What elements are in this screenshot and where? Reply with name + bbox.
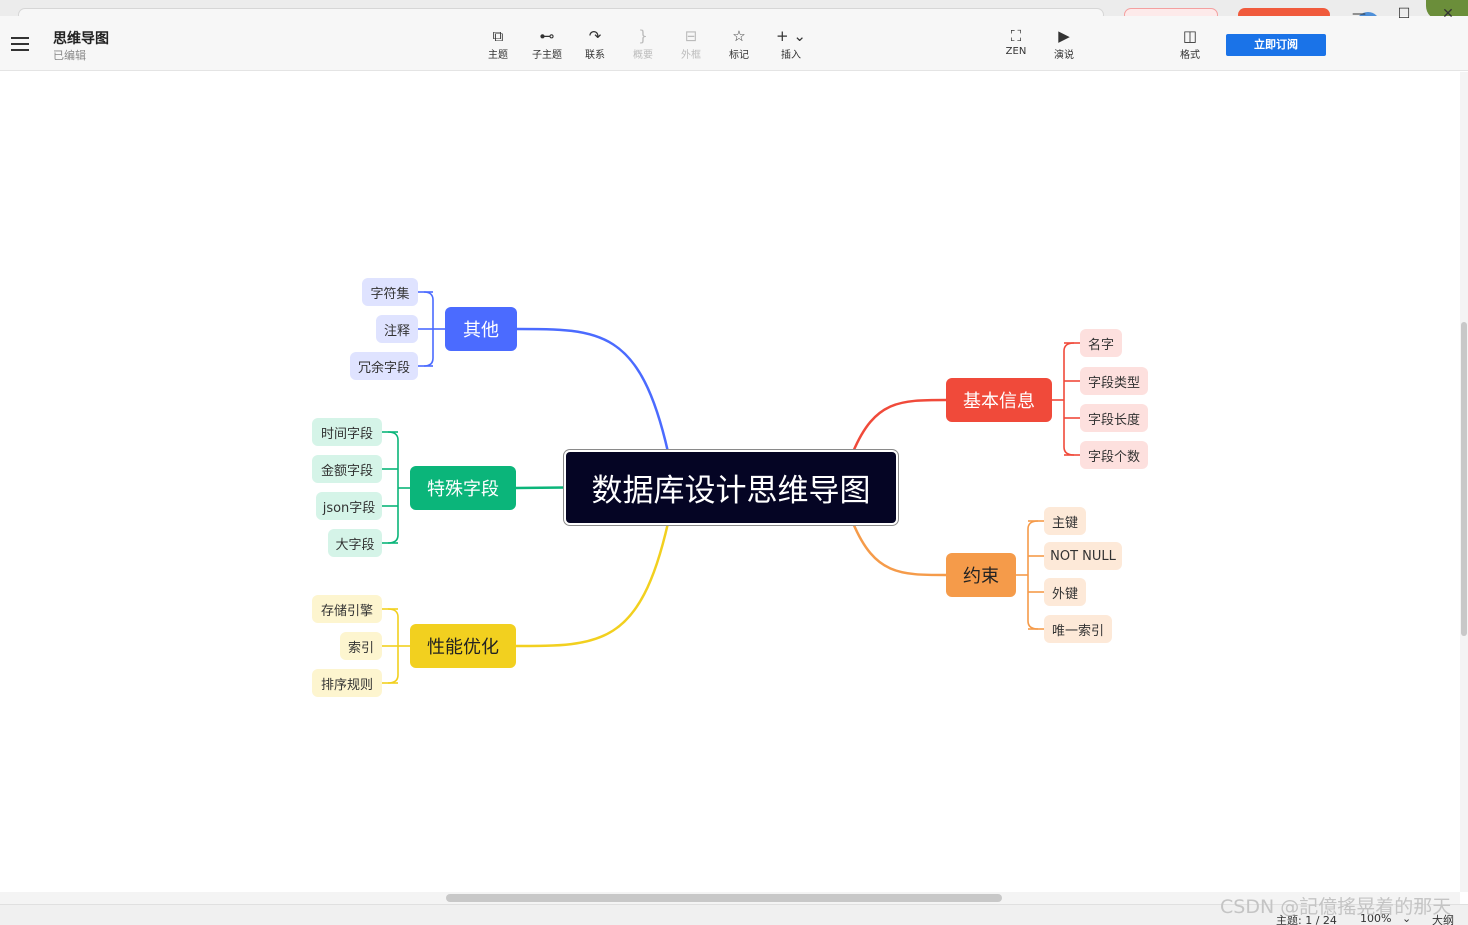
toolbar-label: 主题 [488, 50, 508, 61]
toolbar-summary-button[interactable]: } 概要 [623, 26, 663, 61]
toolbar-boundary-button[interactable]: ⊟ 外框 [671, 26, 711, 61]
leaf-topic-constraint[interactable]: 外键 [1044, 578, 1086, 606]
zen-fullscreen-icon: ⛶ [1010, 27, 1022, 45]
maximize-window-icon[interactable]: ☐ [1389, 4, 1419, 24]
app-window: 思维导图 已编辑 ⧉ 主题 ⊷ 子主题 ↷ 联系} 概要 ⊟ 外框 ☆ 标记 + ⌄ 插入 ⛶ ZEN ▶ 演… [0, 0, 1468, 925]
toolbar-label: 格式 [1180, 50, 1200, 61]
leaf-topic-other[interactable]: 字符集 [362, 278, 418, 306]
leaf-topic-perf[interactable]: 索引 [340, 632, 382, 660]
vertical-scrollbar-thumb[interactable] [1461, 322, 1467, 636]
branch-topic-other[interactable]: 其他 [445, 307, 517, 351]
toolbar-marker-star-button[interactable]: ☆ 标记 [719, 26, 759, 61]
close-window-icon[interactable]: ✕ [1433, 4, 1463, 24]
leaf-topic-basic[interactable]: 字段个数 [1080, 441, 1148, 469]
toolbar-relationship-button[interactable]: ↷ 联系 [575, 26, 615, 61]
leaf-topic-basic[interactable]: 字段长度 [1080, 404, 1148, 432]
document-title[interactable]: 思维导图 [53, 28, 109, 48]
present-play-icon: ▶ [1058, 27, 1070, 45]
title-bar: 思维导图 已编辑 ⧉ 主题 ⊷ 子主题 ↷ 联系} 概要 ⊟ 外框 ☆ 标记 + ⌄ 插入 ⛶ ZEN ▶ 演… [0, 16, 1468, 71]
leaf-topic-basic[interactable]: 名字 [1080, 329, 1122, 357]
watermark: CSDN @記億搖晃着的那天 [1220, 896, 1452, 918]
toolbar-label: 子主题 [532, 50, 562, 61]
leaf-topic-other[interactable]: 冗余字段 [350, 352, 418, 380]
leaf-topic-special[interactable]: 时间字段 [312, 418, 382, 446]
branch-topic-basic[interactable]: 基本信息 [946, 378, 1052, 422]
leaf-topic-basic[interactable]: 字段类型 [1080, 367, 1148, 395]
toolbar-label: 插入 [781, 50, 801, 61]
summary-icon: } [638, 27, 648, 45]
branch-topic-special[interactable]: 特殊字段 [410, 466, 516, 510]
boundary-icon: ⊟ [684, 27, 698, 45]
branch-topic-perf[interactable]: 性能优化 [410, 624, 516, 668]
toolbar-insert-plus-button[interactable]: + ⌄ 插入 [771, 26, 811, 61]
relationship-icon: ↷ [588, 27, 602, 45]
toolbar-present-play-button[interactable]: ▶ 演说 [1044, 26, 1084, 61]
document-status: 已编辑 [53, 49, 86, 62]
toolbar-label: 标记 [729, 50, 749, 61]
marker-star-icon: ☆ [732, 27, 746, 45]
toolbar-label: ZEN [1005, 46, 1027, 57]
format-panel-icon: ◫ [1182, 27, 1198, 45]
leaf-topic-special[interactable]: json字段 [316, 492, 382, 520]
insert-plus-icon: + ⌄ [776, 27, 806, 45]
subscribe-button[interactable]: 立即订阅 [1226, 34, 1326, 56]
leaf-topic-special[interactable]: 金额字段 [312, 455, 382, 483]
toolbar-topic-button[interactable]: ⧉ 主题 [478, 26, 518, 61]
toolbar-format-panel-button[interactable]: ◫ 格式 [1170, 26, 1210, 61]
minimize-window-icon[interactable]: — [1344, 4, 1374, 24]
toolbar-label: 演说 [1054, 50, 1074, 61]
toolbar-subtopic-button[interactable]: ⊷ 子主题 [527, 26, 567, 61]
toolbar-label: 联系 [585, 50, 605, 61]
horizontal-scrollbar-thumb[interactable] [446, 894, 1002, 902]
leaf-topic-perf[interactable]: 排序规则 [312, 669, 382, 697]
central-topic[interactable]: 数据库设计思维导图 [566, 452, 896, 523]
topic-icon: ⧉ [492, 27, 504, 45]
leaf-topic-constraint[interactable]: 唯一索引 [1044, 615, 1112, 643]
leaf-topic-constraint[interactable]: 主键 [1044, 507, 1086, 535]
toolbar-zen-fullscreen-button[interactable]: ⛶ ZEN [996, 26, 1036, 57]
leaf-topic-perf[interactable]: 存储引擎 [312, 595, 382, 623]
subtopic-icon: ⊷ [539, 27, 555, 45]
branch-topic-constraint[interactable]: 约束 [946, 553, 1016, 597]
leaf-topic-special[interactable]: 大字段 [328, 529, 382, 557]
toolbar-label: 概要 [633, 50, 653, 61]
leaf-topic-constraint[interactable]: NOT NULL [1044, 542, 1122, 570]
leaf-topic-other[interactable]: 注释 [376, 315, 418, 343]
hamburger-menu-icon[interactable] [11, 37, 29, 51]
toolbar-label: 外框 [681, 50, 701, 61]
